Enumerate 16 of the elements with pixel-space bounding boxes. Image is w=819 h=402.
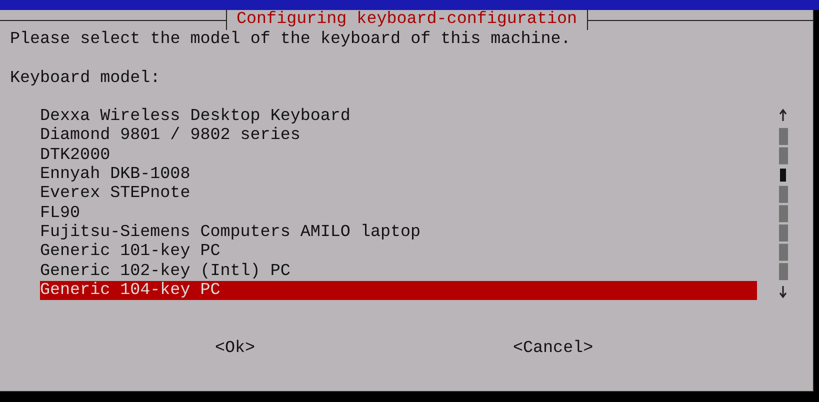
- list-item[interactable]: Diamond 9801 / 9802 series: [40, 126, 757, 146]
- list-item[interactable]: Generic 102-key (Intl) PC: [40, 262, 757, 281]
- list-item[interactable]: DTK2000: [40, 146, 757, 166]
- list-item[interactable]: Fujitsu-Siemens Computers AMILO laptop: [40, 222, 757, 242]
- dialog-button[interactable]: <Cancel>: [513, 338, 594, 358]
- scrollbar[interactable]: [777, 107, 789, 300]
- prompt-text: Please select the model of the keyboard of this machine.: [10, 30, 571, 49]
- list-item[interactable]: Generic 101-key PC: [40, 242, 757, 262]
- list-item[interactable]: Ennyah DKB-1008: [40, 165, 757, 184]
- list-label: Keyboard model:: [10, 68, 160, 88]
- dialog-button[interactable]: <Ok>: [215, 338, 256, 358]
- list-item[interactable]: FL90: [40, 204, 757, 223]
- dialog-title: Configuring keyboard-configuration: [226, 10, 588, 30]
- list-item[interactable]: Dexxa Wireless Desktop Keyboard: [40, 107, 757, 126]
- list-item[interactable]: Everex STEPnote: [40, 184, 757, 204]
- list-item[interactable]: Generic 104-key PC: [40, 280, 757, 300]
